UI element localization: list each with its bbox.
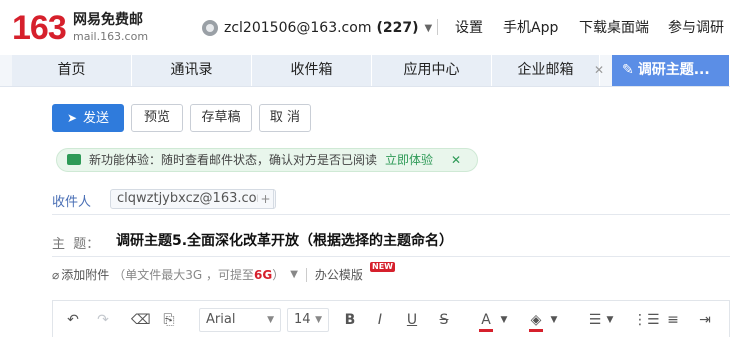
numbered-list-icon[interactable]: ≡ xyxy=(665,311,681,329)
italic-button[interactable]: I xyxy=(373,311,387,329)
attachment-limit: （单文件最大3G ，可提至6G） xyxy=(113,266,284,283)
tab-bar: 首页 通讯录 收件箱 应用中心 企业邮箱 ✕ ✎ 调研主题... xyxy=(0,55,730,87)
text-color-button[interactable]: A xyxy=(479,311,493,332)
limit-size: 6G xyxy=(254,268,273,282)
tab-label: 调研主题... xyxy=(637,62,710,78)
font-family-value: Arial xyxy=(206,312,236,327)
limit-prefix: （单文件最大3G ，可提至 xyxy=(113,268,254,282)
tab-label: 企业邮箱 xyxy=(517,62,574,78)
to-label[interactable]: 收件人 xyxy=(52,191,91,210)
attachment-row: ⌀ 添加附件 （单文件最大3G ，可提至6G） ▼ 办公模版 NEW xyxy=(52,262,395,283)
unread-count: (227) xyxy=(376,20,419,36)
tab-contacts[interactable]: 通讯录 xyxy=(132,55,252,86)
bold-button[interactable]: B xyxy=(343,311,357,329)
preview-button[interactable]: 预览 xyxy=(131,104,183,132)
subject-label: 主 题： xyxy=(52,237,100,252)
tab-inbox[interactable]: 收件箱 xyxy=(252,55,372,86)
chevron-down-icon[interactable]: ▼ xyxy=(290,269,298,280)
chevron-down-icon: ▼ xyxy=(267,315,274,325)
feature-notice: 新功能体验：随时查看邮件状态，确认对方是否已阅读 立即体验 ✕ xyxy=(56,148,478,172)
logo-number[interactable]: 163 xyxy=(12,10,67,46)
chevron-down-icon: ▼ xyxy=(424,22,433,34)
redo-icon[interactable]: ↷ xyxy=(95,311,111,329)
highlight-color-button[interactable]: ◈ xyxy=(529,311,543,332)
font-size-value: 14 xyxy=(294,312,311,327)
top-header: 163 网易免费邮 mail.163.com zcl201506@163.com… xyxy=(0,0,730,55)
editor-toolbar: ↶ ↷ ⌫ ⎘ Arial ▼ 14 ▼ B I U S A ▼ ◈ ▼ ☰ ▼… xyxy=(52,300,730,337)
logo-name[interactable]: 网易免费邮 xyxy=(73,12,143,28)
text-color-swatch xyxy=(479,329,493,332)
save-draft-button[interactable]: 存草稿 xyxy=(190,104,252,132)
divider xyxy=(52,214,730,215)
logo-url: mail.163.com xyxy=(73,30,149,43)
underline-button[interactable]: U xyxy=(405,311,419,329)
recipient-chip[interactable]: clqwztjybxcz@163.com xyxy=(110,189,277,209)
divider xyxy=(437,19,438,35)
tab-compose[interactable]: ✎ 调研主题... xyxy=(612,55,730,86)
chevron-down-icon: ▼ xyxy=(315,315,322,325)
tab-enterprise-mail[interactable]: 企业邮箱 xyxy=(492,55,600,86)
highlight-color-swatch xyxy=(529,329,543,332)
tab-app-center[interactable]: 应用中心 xyxy=(372,55,492,86)
font-size-select[interactable]: 14 ▼ xyxy=(287,308,329,332)
tab-home[interactable]: 首页 xyxy=(12,55,132,86)
send-button[interactable]: ➤ 发送 xyxy=(52,104,124,132)
text-color-glyph: A xyxy=(481,312,491,328)
settings-link[interactable]: 设置 xyxy=(455,18,483,38)
download-desktop-link[interactable]: 下载桌面端 xyxy=(579,18,649,38)
pen-icon: ✎ xyxy=(622,62,634,78)
account-menu[interactable]: zcl201506@163.com (227) ▼ xyxy=(202,18,432,38)
avatar xyxy=(202,20,218,36)
add-attachment-link[interactable]: 添加附件 xyxy=(61,266,109,283)
undo-icon[interactable]: ↶ xyxy=(65,311,81,329)
paint-bucket-icon: ◈ xyxy=(530,312,542,328)
chevron-down-icon[interactable]: ▼ xyxy=(499,311,509,329)
chevron-down-icon[interactable]: ▼ xyxy=(605,311,615,329)
indent-icon[interactable]: ⇥ xyxy=(697,311,713,329)
strikethrough-button[interactable]: S xyxy=(437,311,451,329)
try-now-link[interactable]: 立即体验 xyxy=(385,153,433,167)
office-template-link[interactable]: 办公模版 xyxy=(315,266,363,283)
mail-check-icon xyxy=(67,154,81,165)
paper-plane-icon: ➤ xyxy=(66,111,78,125)
paperclip-icon: ⌀ xyxy=(52,267,60,282)
send-label: 发送 xyxy=(83,111,110,126)
format-painter-icon[interactable]: ⎘ xyxy=(161,311,177,329)
subject-input[interactable]: 调研主题5.全面深化改革开放（根据选择的主题命名） xyxy=(116,230,453,250)
notice-text: 新功能体验：随时查看邮件状态，确认对方是否已阅读 xyxy=(89,153,378,167)
cancel-button[interactable]: 取 消 xyxy=(259,104,311,132)
eraser-icon[interactable]: ⌫ xyxy=(131,311,151,329)
survey-link[interactable]: 参与调研 xyxy=(668,18,724,38)
add-recipient-button[interactable]: + xyxy=(258,189,274,209)
limit-suffix: ） xyxy=(272,268,285,282)
notice-text-wrap: 新功能体验：随时查看邮件状态，确认对方是否已阅读 立即体验 xyxy=(89,149,433,171)
bullet-list-icon[interactable]: ⋮☰ xyxy=(633,311,660,329)
align-icon[interactable]: ☰ xyxy=(587,311,603,329)
divider xyxy=(305,267,307,282)
chevron-down-icon[interactable]: ▼ xyxy=(549,311,559,329)
close-icon[interactable]: ✕ xyxy=(451,149,461,171)
tab-close-icon[interactable]: ✕ xyxy=(592,55,606,86)
mobile-app-link[interactable]: 手机App xyxy=(503,18,558,38)
account-email: zcl201506@163.com xyxy=(224,20,372,36)
divider xyxy=(52,256,730,257)
font-family-select[interactable]: Arial ▼ xyxy=(199,308,281,332)
new-badge: NEW xyxy=(370,262,395,272)
